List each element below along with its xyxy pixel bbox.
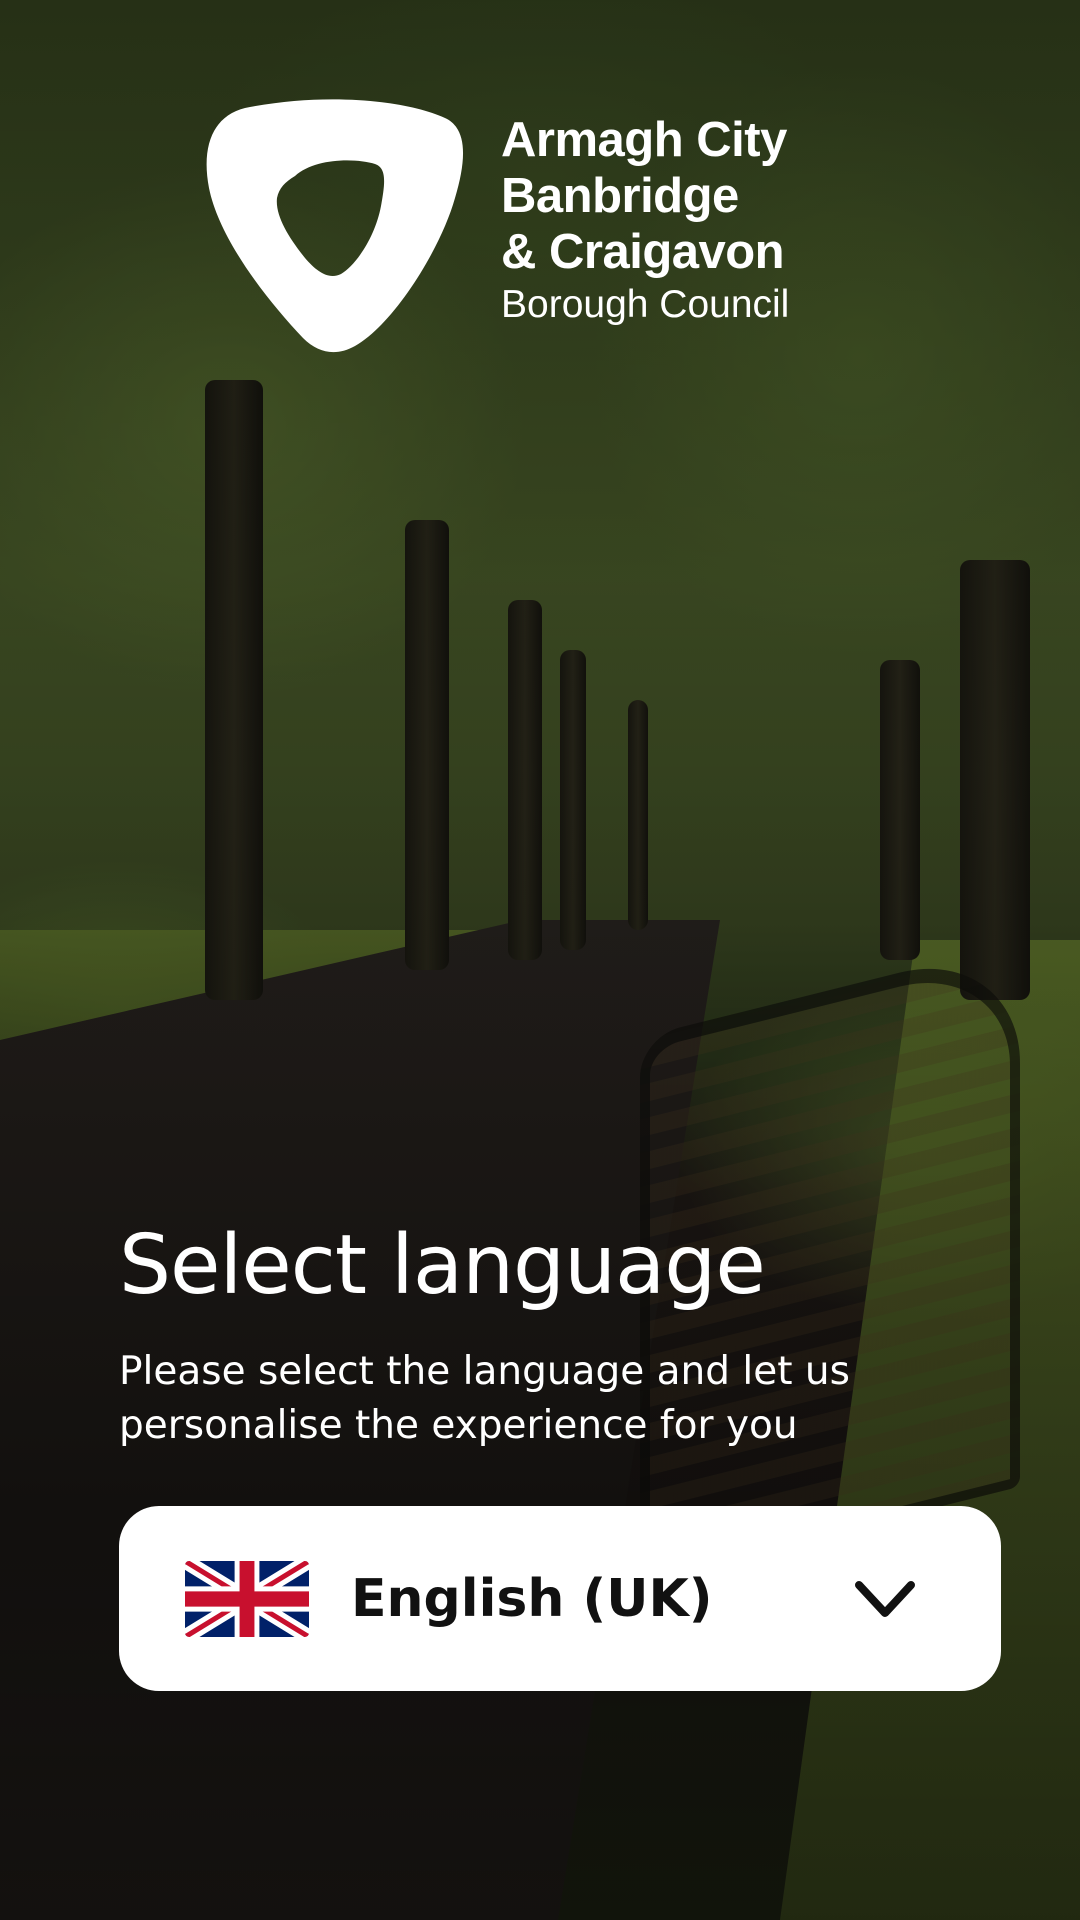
selected-language: English (UK): [351, 1568, 713, 1629]
page-title: Select language: [119, 1218, 766, 1313]
council-name-line-3: & Craigavon: [501, 225, 785, 279]
council-name-subtitle: Borough Council: [501, 283, 790, 326]
chevron-down-icon: [855, 1580, 915, 1617]
language-dropdown[interactable]: English (UK): [119, 1506, 1001, 1691]
council-logo-icon: [206, 99, 464, 353]
council-logo: Armagh City Banbridge & Craigavon Boroug…: [205, 98, 789, 354]
council-name: Armagh City Banbridge & Craigavon Boroug…: [501, 112, 789, 330]
uk-flag-icon: [185, 1560, 309, 1637]
council-name-line-1: Armagh City: [501, 113, 787, 167]
page-description: Please select the language and let us pe…: [119, 1349, 850, 1448]
council-name-line-2: Banbridge: [501, 169, 739, 223]
language-selection-screen: Armagh City Banbridge & Craigavon Boroug…: [0, 0, 1080, 1920]
